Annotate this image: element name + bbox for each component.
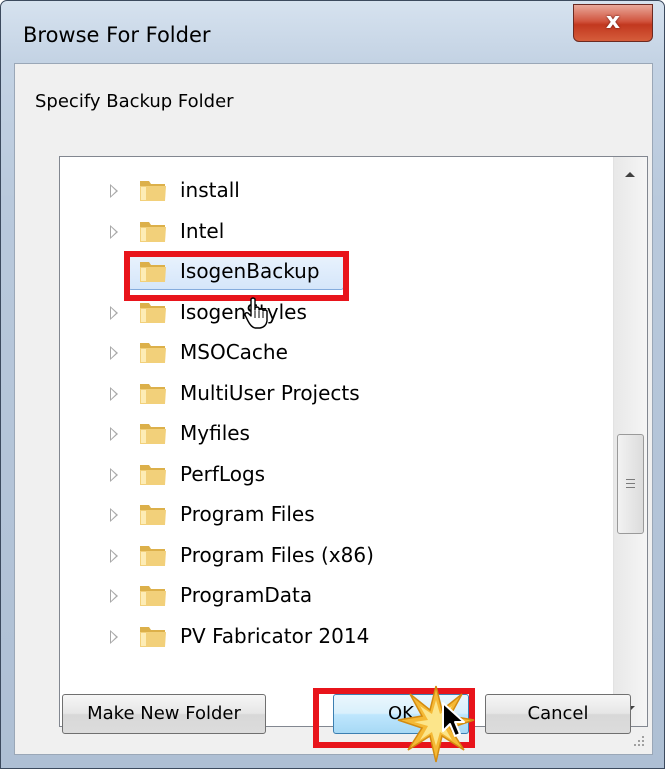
folder-icon xyxy=(140,545,166,566)
folder-icon xyxy=(140,626,166,647)
tree-item[interactable]: MSOCache xyxy=(60,333,600,373)
tree-item[interactable]: Intel xyxy=(60,212,600,252)
browse-for-folder-dialog: Browse For Folder x Specify Backup Folde… xyxy=(0,0,665,769)
expand-arrow-icon[interactable] xyxy=(110,427,118,441)
instruction-label: Specify Backup Folder xyxy=(35,91,234,112)
grip-line xyxy=(626,487,635,488)
folder-icon xyxy=(140,383,166,404)
isogenbackup-highlight-box xyxy=(124,251,349,301)
vertical-scrollbar[interactable] xyxy=(613,157,647,726)
folder-icon xyxy=(140,302,166,323)
folder-tree[interactable]: install Intel IsogenBackup IsogenStyles MSOC… xyxy=(59,156,648,727)
expand-arrow-icon[interactable] xyxy=(110,386,118,401)
expand-arrow-icon[interactable] xyxy=(110,508,118,522)
folder-icon xyxy=(140,221,166,242)
tree-item-label: Program Files (x86) xyxy=(180,542,374,567)
tree-item[interactable]: PV Fabricator 2014 xyxy=(60,617,600,657)
close-icon: x xyxy=(605,9,621,34)
hand-pointer-icon xyxy=(244,297,268,329)
expand-arrow-icon[interactable] xyxy=(110,346,118,360)
expand-arrow-icon[interactable] xyxy=(110,184,118,198)
folder-icon xyxy=(140,586,166,606)
folder-icon xyxy=(140,464,166,485)
arrow-up-icon xyxy=(625,172,635,177)
close-button[interactable]: x xyxy=(573,4,653,42)
tree-item[interactable]: install xyxy=(60,171,600,211)
scroll-thumb[interactable] xyxy=(617,434,644,534)
tree-item[interactable]: MultiUser Projects xyxy=(60,374,600,414)
make-new-folder-button[interactable]: Make New Folder xyxy=(62,694,266,734)
grip-line xyxy=(626,483,635,484)
tree-item-label: install xyxy=(180,178,240,202)
tree-item[interactable]: PerfLogs xyxy=(60,455,600,495)
tree-item-label: MSOCache xyxy=(180,340,288,364)
tree-item-label: Myfiles xyxy=(180,421,250,445)
tree-item-label: Program Files xyxy=(180,502,315,526)
expand-arrow-icon[interactable] xyxy=(110,467,118,482)
tree-item-label: MultiUser Projects xyxy=(180,380,360,405)
expand-arrow-icon[interactable] xyxy=(110,548,118,563)
title-bar[interactable]: Browse For Folder x xyxy=(1,1,664,63)
folder-icon xyxy=(140,424,166,444)
tree-item[interactable]: Program Files xyxy=(60,495,600,535)
expand-arrow-icon[interactable] xyxy=(110,589,118,603)
folder-icon xyxy=(140,181,166,201)
grip-line xyxy=(626,479,635,480)
tree-item[interactable]: Program Files (x86) xyxy=(60,536,600,576)
dialog-client-area: Specify Backup Folder install Intel Isogen… xyxy=(14,63,653,755)
folder-icon xyxy=(140,505,166,525)
window-title: Browse For Folder xyxy=(23,23,211,47)
expand-arrow-icon[interactable] xyxy=(110,629,118,644)
tree-item[interactable]: ProgramData xyxy=(60,576,600,616)
tree-item-label: PerfLogs xyxy=(180,461,266,486)
tree-item[interactable]: Myfiles xyxy=(60,414,600,454)
folder-icon xyxy=(140,343,166,363)
resize-grip-icon[interactable] xyxy=(632,734,646,748)
tree-item-label: ProgramData xyxy=(180,583,313,607)
tree-item-label: PV Fabricator 2014 xyxy=(180,623,370,648)
tree-item-label: Intel xyxy=(180,218,225,243)
expand-arrow-icon[interactable] xyxy=(110,224,118,239)
expand-arrow-icon[interactable] xyxy=(110,305,118,320)
cancel-button[interactable]: Cancel xyxy=(485,694,631,734)
arrow-cursor-icon xyxy=(442,702,465,737)
scroll-up-button[interactable] xyxy=(614,159,647,189)
